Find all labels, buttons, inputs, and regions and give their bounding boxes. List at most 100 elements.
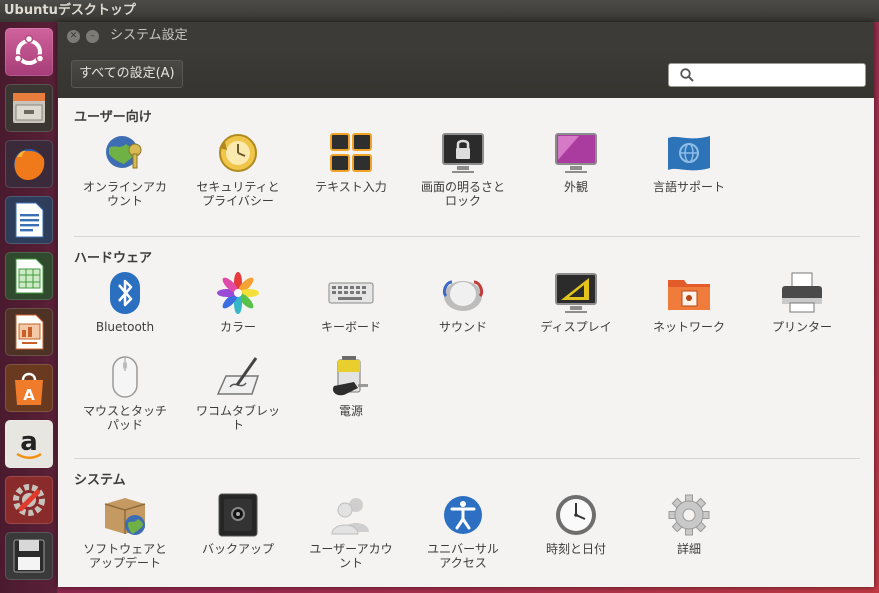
minimize-icon[interactable]: –	[86, 30, 99, 43]
item-online-accounts[interactable]: オンラインアカ ウント	[70, 130, 180, 208]
launcher: A a	[0, 22, 58, 593]
window-titlebar: ✕ – システム設定	[58, 22, 874, 50]
launcher-software-center[interactable]: A	[5, 364, 53, 412]
shopping-bag-icon: A	[15, 372, 43, 405]
item-sound[interactable]: サウンド	[408, 270, 518, 334]
launcher-amazon[interactable]: a	[5, 420, 53, 468]
software-updates-icon	[104, 498, 146, 535]
item-label: ネットワーク	[652, 320, 725, 334]
user-accounts-icon	[331, 498, 369, 535]
item-label: サウンド	[438, 320, 487, 334]
item-language-support[interactable]: 言語サポート	[634, 130, 744, 194]
launcher-firefox[interactable]	[5, 140, 53, 188]
item-details[interactable]: 詳細	[634, 492, 744, 556]
item-mouse-touchpad[interactable]: マウスとタッチ パッド	[70, 354, 180, 432]
item-label: 時刻と日付	[545, 542, 606, 556]
item-label: バックアップ	[201, 542, 274, 556]
search-icon	[680, 68, 694, 82]
item-printer[interactable]: プリンター	[747, 270, 857, 334]
item-label: ユーザーアカウ ント	[309, 542, 393, 570]
item-label: 外観	[563, 180, 588, 194]
launcher-floppy[interactable]	[5, 532, 53, 580]
system-settings-window: ✕ – システム設定 すべての設定(A) ユーザー向け オンラインアカ ウント	[58, 22, 874, 587]
section-title-system: システム	[74, 473, 126, 488]
libreoffice-impress-icon	[15, 314, 44, 350]
item-label: Bluetooth	[95, 320, 155, 334]
section-title-hardware: ハードウェア	[74, 251, 153, 266]
item-label: 画面の明るさと ロック	[420, 180, 505, 208]
section-divider	[74, 458, 860, 459]
top-panel: Ubuntuデスクトップ	[0, 0, 879, 22]
window-title: システム設定	[110, 28, 188, 43]
item-label: 言語サポート	[652, 180, 725, 194]
color-icon	[217, 272, 259, 314]
bluetooth-icon	[110, 272, 140, 314]
brightness-lock-icon	[442, 133, 484, 173]
launcher-files[interactable]	[5, 84, 53, 132]
item-software-updates[interactable]: ソフトウェアと アップデート	[70, 492, 180, 570]
libreoffice-calc-icon	[15, 258, 44, 294]
item-label: 詳細	[676, 542, 701, 556]
launcher-dash-home[interactable]	[5, 28, 53, 76]
item-label: ユニバーサル アクセス	[427, 542, 499, 570]
libreoffice-writer-icon	[15, 202, 44, 238]
item-label: ワコムタブレッ ト	[195, 404, 280, 432]
search-input[interactable]	[699, 65, 861, 85]
item-wacom-tablet[interactable]: ワコムタブレッ ト	[183, 354, 293, 432]
appearance-icon	[555, 133, 597, 173]
item-bluetooth[interactable]: Bluetooth	[70, 270, 180, 334]
item-brightness-lock[interactable]: 画面の明るさと ロック	[408, 130, 518, 208]
power-icon	[332, 356, 368, 396]
item-backup[interactable]: バックアップ	[183, 492, 293, 556]
window-toolbar: すべての設定(A)	[58, 50, 874, 98]
language-support-icon	[668, 136, 710, 171]
item-label: テキスト入力	[315, 180, 387, 194]
sound-icon	[442, 280, 484, 311]
item-label: マウスとタッチ パッド	[82, 404, 167, 432]
item-universal-access[interactable]: ユニバーサル アクセス	[408, 492, 518, 570]
item-user-accounts[interactable]: ユーザーアカウ ント	[296, 492, 406, 570]
item-display[interactable]: ディスプレイ	[521, 270, 631, 334]
item-network[interactable]: ネットワーク	[634, 270, 744, 334]
universal-access-icon	[444, 496, 482, 534]
search-box[interactable]	[668, 63, 866, 87]
section-divider	[74, 236, 860, 237]
security-privacy-icon	[219, 134, 257, 172]
floppy-disk-icon	[13, 539, 45, 573]
settings-content: ユーザー向け オンラインアカ ウント セキュリティと プライバシー テキスト入力…	[58, 98, 874, 587]
item-label: ソフトウェアと アップデート	[83, 542, 167, 570]
item-keyboard[interactable]: キーボード	[296, 270, 406, 334]
close-icon[interactable]: ✕	[67, 30, 80, 43]
printer-icon	[782, 272, 822, 313]
item-color[interactable]: カラー	[183, 270, 293, 334]
text-entry-icon	[330, 133, 372, 172]
keyboard-icon	[328, 282, 374, 304]
item-label: 電源	[338, 404, 363, 418]
network-icon	[668, 280, 710, 310]
launcher-system-settings[interactable]	[5, 476, 53, 524]
backup-icon	[218, 493, 258, 537]
ubuntu-logo-icon	[13, 34, 45, 65]
item-label: プリンター	[771, 320, 832, 334]
settings-tools-icon	[13, 484, 45, 516]
top-panel-title: Ubuntuデスクトップ	[4, 3, 136, 18]
mouse-touchpad-icon	[112, 356, 138, 398]
item-security-privacy[interactable]: セキュリティと プライバシー	[183, 130, 293, 208]
all-settings-button[interactable]: すべての設定(A)	[71, 60, 183, 88]
item-text-entry[interactable]: テキスト入力	[296, 130, 406, 194]
item-power[interactable]: 電源	[296, 354, 406, 418]
launcher-writer[interactable]	[5, 196, 53, 244]
item-label: セキュリティと プライバシー	[196, 180, 280, 208]
display-icon	[555, 273, 597, 313]
wacom-tablet-icon	[216, 357, 260, 395]
item-label: カラー	[219, 320, 256, 334]
time-date-icon	[556, 495, 596, 535]
launcher-calc[interactable]	[5, 252, 53, 300]
item-time-date[interactable]: 時刻と日付	[521, 492, 631, 556]
section-title-personal: ユーザー向け	[74, 110, 152, 125]
item-appearance[interactable]: 外観	[521, 130, 631, 194]
firefox-icon	[14, 149, 45, 180]
file-cabinet-icon	[13, 93, 45, 123]
launcher-impress[interactable]	[5, 308, 53, 356]
amazon-icon: a	[16, 427, 42, 459]
